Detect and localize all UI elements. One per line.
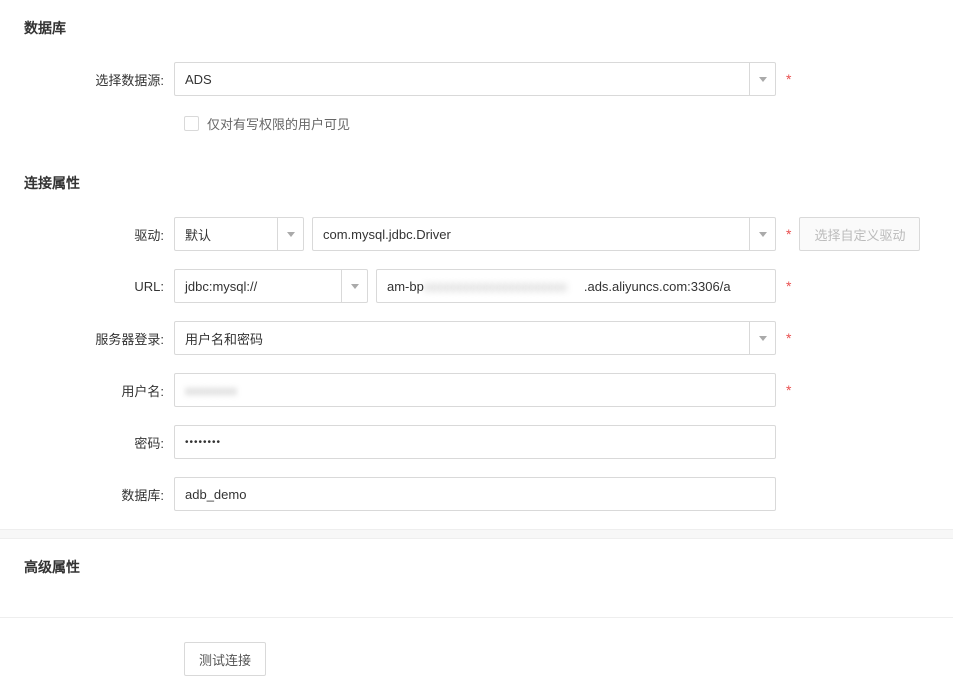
advanced-section-title: 高级属性 xyxy=(24,557,929,577)
database-section: 数据库 选择数据源: ADS * 仅对有写权限的用户可见 xyxy=(0,0,953,155)
required-marker: * xyxy=(786,71,791,87)
url-host-suffix: .ads.aliyuncs.com:3306/a xyxy=(584,279,731,294)
test-connection-button[interactable]: 测试连接 xyxy=(184,642,266,676)
password-label: 密码: xyxy=(24,433,174,452)
url-row: URL: jdbc:mysql:// am-bpxxxxxxxxxxxxxxxx… xyxy=(24,269,929,303)
required-marker: * xyxy=(786,330,791,346)
driver-class-value: com.mysql.jdbc.Driver xyxy=(323,227,451,242)
username-label: 用户名: xyxy=(24,381,174,400)
chevron-down-icon xyxy=(277,218,303,250)
connection-props-section: 连接属性 驱动: 默认 com.mysql.jdbc.Driver * 选择自定… xyxy=(0,155,953,529)
password-input[interactable]: •••••••• xyxy=(174,425,776,459)
url-prefix-select[interactable]: jdbc:mysql:// xyxy=(174,269,368,303)
url-host-prefix: am-bp xyxy=(387,279,424,294)
username-value: xxxxxxxx xyxy=(185,383,237,398)
server-login-select[interactable]: 用户名和密码 xyxy=(174,321,776,355)
url-host-redacted: xxxxxxxxxxxxxxxxxxxxxx xyxy=(424,279,584,294)
database-section-title: 数据库 xyxy=(24,18,929,38)
conn-props-title: 连接属性 xyxy=(24,173,929,193)
url-label: URL: xyxy=(24,279,174,294)
chevron-down-icon xyxy=(341,270,367,302)
database-input[interactable] xyxy=(174,477,776,511)
driver-row: 驱动: 默认 com.mysql.jdbc.Driver * 选择自定义驱动 xyxy=(24,217,929,251)
data-source-select[interactable]: ADS xyxy=(174,62,776,96)
required-marker: * xyxy=(786,382,791,398)
server-login-label: 服务器登录: xyxy=(24,329,174,348)
required-marker: * xyxy=(786,226,791,242)
visibility-row: 仅对有写权限的用户可见 xyxy=(184,114,929,133)
advanced-section: 高级属性 xyxy=(0,539,953,617)
required-marker: * xyxy=(786,278,791,294)
username-row: 用户名: xxxxxxxx * xyxy=(24,373,929,407)
username-input[interactable]: xxxxxxxx xyxy=(174,373,776,407)
chevron-down-icon xyxy=(749,63,775,95)
chevron-down-icon xyxy=(749,322,775,354)
password-row: 密码: •••••••• xyxy=(24,425,929,459)
visibility-checkbox[interactable] xyxy=(184,116,199,131)
chevron-down-icon xyxy=(749,218,775,250)
url-prefix-value: jdbc:mysql:// xyxy=(185,279,257,294)
custom-driver-button[interactable]: 选择自定义驱动 xyxy=(799,217,920,251)
driver-mode-select[interactable]: 默认 xyxy=(174,217,304,251)
data-source-row: 选择数据源: ADS * xyxy=(24,62,929,96)
url-host-input[interactable]: am-bpxxxxxxxxxxxxxxxxxxxxxx.ads.aliyuncs… xyxy=(376,269,776,303)
driver-mode-value: 默认 xyxy=(185,225,211,244)
server-login-value: 用户名和密码 xyxy=(185,329,263,348)
password-value: •••••••• xyxy=(185,437,221,448)
database-row: 数据库: xyxy=(24,477,929,511)
data-source-value: ADS xyxy=(185,72,212,87)
footer-section: 测试连接 xyxy=(0,617,953,692)
server-login-row: 服务器登录: 用户名和密码 * xyxy=(24,321,929,355)
driver-label: 驱动: xyxy=(24,225,174,244)
section-divider xyxy=(0,529,953,539)
database-label: 数据库: xyxy=(24,485,174,504)
visibility-label: 仅对有写权限的用户可见 xyxy=(207,114,350,133)
data-source-label: 选择数据源: xyxy=(24,70,174,89)
driver-class-select[interactable]: com.mysql.jdbc.Driver xyxy=(312,217,776,251)
